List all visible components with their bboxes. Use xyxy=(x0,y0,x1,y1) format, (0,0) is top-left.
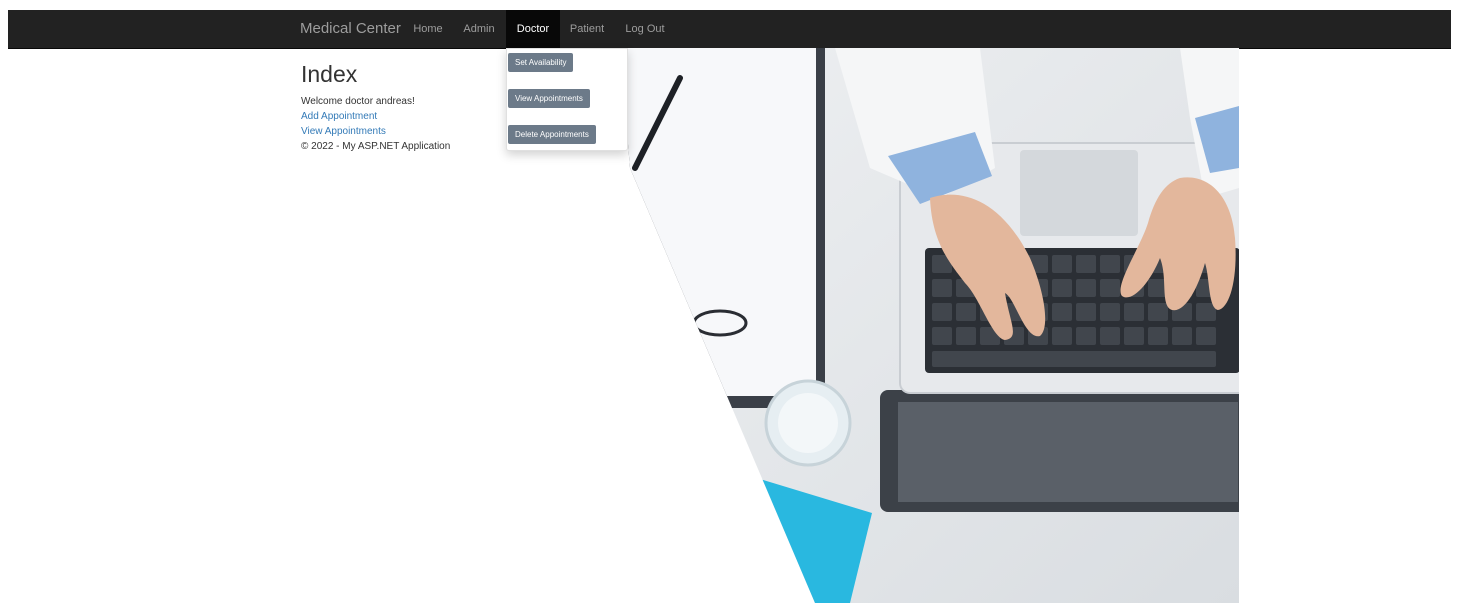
laptop-screen xyxy=(898,402,1238,502)
hero-image xyxy=(620,48,1239,603)
doctor-dropdown-menu: Set Availability View Appointments Delet… xyxy=(506,48,628,151)
page-title: Index xyxy=(301,61,358,87)
footer-copyright: © 2022 - My ASP.NET Application xyxy=(301,141,451,152)
nav-patient[interactable]: Patient xyxy=(562,10,612,48)
set-availability-button[interactable]: Set Availability xyxy=(508,53,574,72)
add-appointment-link[interactable]: Add Appointment xyxy=(301,111,377,122)
clipboard-paper xyxy=(620,48,816,396)
delete-appointments-button[interactable]: Delete Appointments xyxy=(508,125,596,144)
brand-link[interactable]: Medical Center xyxy=(300,10,401,48)
view-appointments-button[interactable]: View Appointments xyxy=(508,89,590,108)
welcome-text: Welcome doctor andreas! xyxy=(301,96,415,107)
nav-doctor[interactable]: Doctor xyxy=(506,10,560,48)
top-navbar: Medical Center Home Admin Doctor Patient… xyxy=(8,10,1451,49)
nav-admin[interactable]: Admin xyxy=(454,10,504,48)
view-appointments-link[interactable]: View Appointments xyxy=(301,126,386,137)
nav-home[interactable]: Home xyxy=(404,10,452,48)
laptop-trackpad xyxy=(1020,150,1138,236)
water-glass-inner xyxy=(778,393,838,453)
nav-logout[interactable]: Log Out xyxy=(616,10,674,48)
